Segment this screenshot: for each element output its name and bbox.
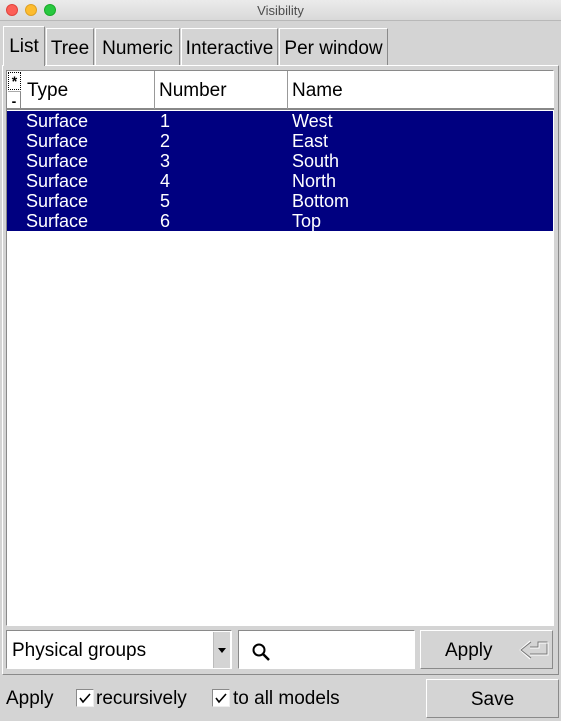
tab-interactive[interactable]: Interactive xyxy=(181,28,278,66)
apply-button-label: Apply xyxy=(445,640,493,661)
row-name: West xyxy=(292,111,333,131)
apply-options-label: Apply xyxy=(6,688,54,709)
all-models-label[interactable]: to all models xyxy=(233,688,340,710)
row-name: Top xyxy=(292,211,322,231)
row-number: 2 xyxy=(160,131,171,151)
row-number: 3 xyxy=(160,151,171,171)
row-type: Surface xyxy=(26,211,89,231)
select-all-button[interactable]: * xyxy=(8,72,21,90)
row-type: Surface xyxy=(26,191,89,211)
entity-list[interactable]: * - Type Number Name Surface 1 West Surf… xyxy=(6,70,554,626)
list-row[interactable]: Surface 4 North xyxy=(7,171,553,191)
row-number: 1 xyxy=(160,111,171,131)
row-number: 5 xyxy=(160,191,171,211)
column-header-type[interactable]: Type xyxy=(23,71,155,109)
row-type: Surface xyxy=(26,151,89,171)
column-header-number[interactable]: Number xyxy=(155,71,288,109)
recursively-label[interactable]: recursively xyxy=(96,688,187,710)
group-type-dropdown[interactable]: Physical groups xyxy=(6,630,232,669)
list-row[interactable]: Surface 3 South xyxy=(7,151,553,171)
selection-buttons: * - xyxy=(7,71,23,109)
row-type: Surface xyxy=(26,131,89,151)
chevron-down-icon[interactable] xyxy=(213,632,230,668)
list-row[interactable]: Surface 1 West xyxy=(7,111,553,131)
tab-per-window[interactable]: Per window xyxy=(279,28,388,66)
checkmark-icon xyxy=(215,693,227,704)
list-row[interactable]: Surface 2 East xyxy=(7,131,553,151)
row-name: North xyxy=(292,171,337,191)
row-name: South xyxy=(292,151,340,171)
recursively-checkbox[interactable] xyxy=(76,689,94,707)
title-bar: Visibility xyxy=(0,0,561,21)
list-rows: Surface 1 West Surface 2 East Surface 3 … xyxy=(7,111,553,231)
row-name: East xyxy=(292,131,329,151)
list-row[interactable]: Surface 6 Top xyxy=(7,211,553,231)
search-icon xyxy=(252,643,270,661)
checkmark-icon xyxy=(79,693,91,704)
tab-list[interactable]: List xyxy=(3,26,45,66)
row-type: Surface xyxy=(26,111,89,131)
column-header-name[interactable]: Name xyxy=(288,71,554,109)
list-header: * - Type Number Name xyxy=(7,71,554,110)
tab-tree[interactable]: Tree xyxy=(46,28,94,66)
enter-return-icon xyxy=(519,640,549,660)
row-name: Bottom xyxy=(292,191,350,211)
row-type: Surface xyxy=(26,171,89,191)
select-none-button[interactable]: - xyxy=(8,91,21,109)
save-button[interactable]: Save xyxy=(426,679,559,718)
window-title: Visibility xyxy=(257,3,304,18)
search-input[interactable] xyxy=(238,630,415,669)
row-number: 6 xyxy=(160,211,171,231)
apply-button[interactable]: Apply xyxy=(420,630,553,669)
list-row[interactable]: Surface 5 Bottom xyxy=(7,191,553,211)
tab-numeric[interactable]: Numeric xyxy=(95,28,180,66)
row-number: 4 xyxy=(160,171,171,191)
group-type-value: Physical groups xyxy=(12,640,147,661)
all-models-checkbox[interactable] xyxy=(212,689,230,707)
